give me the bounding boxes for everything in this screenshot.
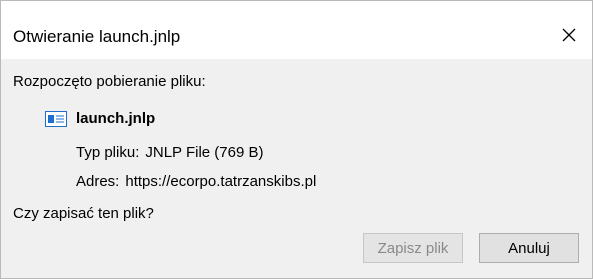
file-name: launch.jnlp: [76, 110, 156, 127]
file-type-label: Typ pliku:: [76, 144, 140, 161]
file-address-label: Adres:: [76, 173, 120, 190]
file-address-value: https://ecorpo.tatrzanskibs.pl: [125, 173, 317, 190]
title-bar: Otwieranie launch.jnlp: [1, 1, 592, 59]
file-type-row: Typ pliku: JNLP File (769 B): [76, 144, 263, 162]
close-button[interactable]: [546, 15, 592, 55]
save-question: Czy zapisać ten plik?: [13, 205, 154, 222]
save-file-button[interactable]: Zapisz plik: [363, 233, 463, 263]
dialog-title: Otwieranie launch.jnlp: [13, 27, 181, 46]
download-dialog: Otwieranie launch.jnlp Rozpoczęto pobier…: [0, 0, 593, 279]
jnlp-file-icon: [45, 111, 67, 127]
file-info-row: launch.jnlp: [45, 109, 155, 129]
file-type-value: JNLP File (769 B): [145, 144, 264, 161]
download-started-text: Rozpoczęto pobieranie pliku:: [13, 73, 206, 90]
file-address-row: Adres: https://ecorpo.tatrzanskibs.pl: [76, 173, 316, 191]
cancel-button[interactable]: Anuluj: [479, 233, 579, 263]
close-icon: [562, 28, 576, 42]
dialog-body: Rozpoczęto pobieranie pliku: launch.jnlp…: [1, 59, 592, 278]
